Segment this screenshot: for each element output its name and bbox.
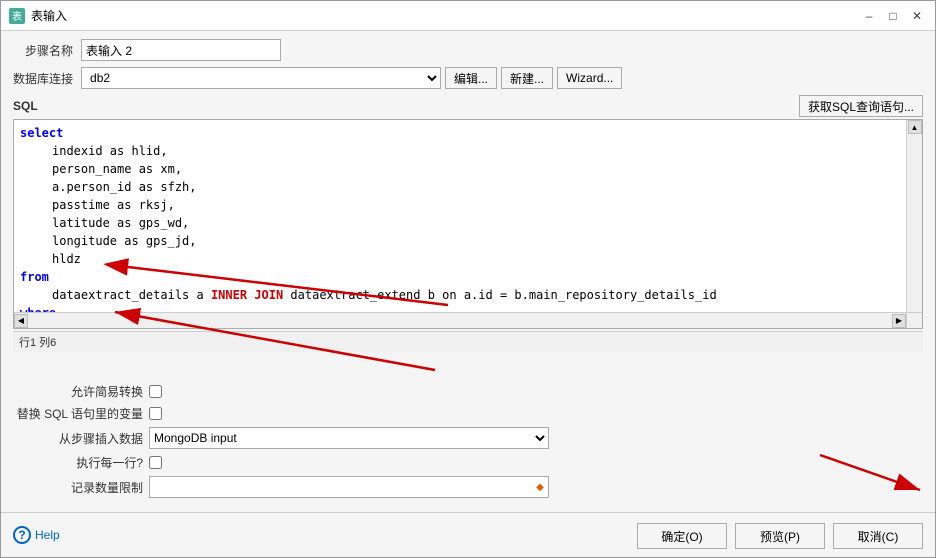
scroll-right-arrow[interactable]: ▶ bbox=[892, 314, 906, 328]
scroll-corner bbox=[906, 312, 922, 328]
insert-step-row: 从步骤插入数据 MongoDB input bbox=[13, 427, 923, 449]
title-bar-controls: – □ ✕ bbox=[859, 6, 927, 26]
scroll-left-arrow[interactable]: ◀ bbox=[14, 314, 28, 328]
maximize-button[interactable]: □ bbox=[883, 6, 903, 26]
insert-step-select[interactable]: MongoDB input bbox=[149, 427, 549, 449]
sql-editor-wrapper: select indexid as hlid, person_name as x… bbox=[13, 119, 923, 329]
preview-button[interactable]: 预览(P) bbox=[735, 523, 825, 549]
sql-label-row: SQL 获取SQL查询语句... bbox=[13, 95, 923, 117]
replace-vars-checkbox[interactable] bbox=[149, 407, 162, 420]
title-bar-left: 表 表输入 bbox=[9, 7, 67, 24]
sql-line-11: where bbox=[20, 304, 900, 312]
sql-line-9: from bbox=[20, 268, 900, 286]
sql-display: select indexid as hlid, person_name as x… bbox=[14, 120, 906, 312]
bottom-bar: ? Help 确定(O) 预览(P) 取消(C) bbox=[1, 512, 935, 557]
record-limit-input[interactable] bbox=[149, 476, 549, 498]
title-bar: 表 表输入 – □ ✕ bbox=[1, 1, 935, 31]
get-sql-button[interactable]: 获取SQL查询语句... bbox=[799, 95, 923, 117]
sql-line-3: person_name as xm, bbox=[52, 160, 900, 178]
record-limit-wrapper: ◆ bbox=[149, 476, 549, 498]
db-connection-row: 数据库连接 db2 编辑... 新建... Wizard... bbox=[13, 67, 923, 89]
sql-scrollbar-horizontal[interactable]: ◀ ▶ bbox=[14, 312, 906, 328]
minimize-button[interactable]: – bbox=[859, 6, 879, 26]
sql-line-6: latitude as gps_wd, bbox=[52, 214, 900, 232]
allow-convert-checkbox[interactable] bbox=[149, 385, 162, 398]
sql-line-2: indexid as hlid, bbox=[52, 142, 900, 160]
edit-button[interactable]: 编辑... bbox=[445, 67, 497, 89]
cancel-button[interactable]: 取消(C) bbox=[833, 523, 923, 549]
step-name-row: 步骤名称 bbox=[13, 39, 923, 61]
options-section: 允许简易转换 替换 SQL 语句里的变量 从步骤插入数据 MongoDB inp… bbox=[13, 377, 923, 504]
sql-line-7: longitude as gps_jd, bbox=[52, 232, 900, 250]
execute-row-label: 执行每一行? bbox=[13, 454, 143, 471]
db-row: db2 编辑... 新建... Wizard... bbox=[81, 67, 622, 89]
allow-convert-row: 允许简易转换 bbox=[13, 383, 923, 400]
sql-line-4: a.person_id as sfzh, bbox=[52, 178, 900, 196]
help-label: Help bbox=[35, 528, 60, 542]
main-content: 步骤名称 数据库连接 db2 编辑... 新建... Wizard... SQL… bbox=[1, 31, 935, 512]
step-name-input[interactable] bbox=[81, 39, 281, 61]
wizard-button[interactable]: Wizard... bbox=[557, 67, 622, 89]
close-button[interactable]: ✕ bbox=[907, 6, 927, 26]
db-label: 数据库连接 bbox=[13, 70, 73, 87]
main-window: 表 表输入 – □ ✕ 步骤名称 数据库连接 db2 编辑... 新建... W… bbox=[0, 0, 936, 558]
execute-row-row: 执行每一行? bbox=[13, 454, 923, 471]
sql-scrollbar-vertical[interactable]: ▲ bbox=[906, 120, 922, 312]
status-bar: 行1 列6 bbox=[13, 331, 923, 352]
record-limit-row: 记录数量限制 ◆ bbox=[13, 476, 923, 498]
scroll-up-arrow[interactable]: ▲ bbox=[908, 120, 922, 134]
insert-step-label: 从步骤插入数据 bbox=[13, 430, 143, 447]
confirm-button[interactable]: 确定(O) bbox=[637, 523, 727, 549]
sql-label: SQL bbox=[13, 99, 38, 113]
arrow-overlay bbox=[14, 120, 922, 329]
new-button[interactable]: 新建... bbox=[501, 67, 553, 89]
help-icon: ? bbox=[13, 526, 31, 544]
step-name-label: 步骤名称 bbox=[13, 42, 73, 59]
sql-line-1: select bbox=[20, 124, 900, 142]
record-limit-label: 记录数量限制 bbox=[13, 479, 143, 496]
sql-section: SQL 获取SQL查询语句... select indexid as hlid,… bbox=[13, 95, 923, 373]
sql-line-5: passtime as rksj, bbox=[52, 196, 900, 214]
sql-line-8: hldz bbox=[52, 250, 900, 268]
db-select[interactable]: db2 bbox=[81, 67, 441, 89]
execute-row-checkbox[interactable] bbox=[149, 456, 162, 469]
replace-vars-label: 替换 SQL 语句里的变量 bbox=[13, 405, 143, 422]
sql-line-10: dataextract_details a INNER JOIN dataext… bbox=[52, 286, 900, 304]
window-title: 表输入 bbox=[31, 7, 67, 24]
allow-convert-label: 允许简易转换 bbox=[13, 383, 143, 400]
replace-vars-row: 替换 SQL 语句里的变量 bbox=[13, 405, 923, 422]
insert-step-wrapper: MongoDB input bbox=[149, 427, 549, 449]
help-button[interactable]: ? Help bbox=[13, 526, 60, 544]
bottom-buttons: 确定(O) 预览(P) 取消(C) bbox=[637, 517, 923, 553]
record-limit-icon: ◆ bbox=[533, 480, 547, 494]
window-icon: 表 bbox=[9, 8, 25, 24]
